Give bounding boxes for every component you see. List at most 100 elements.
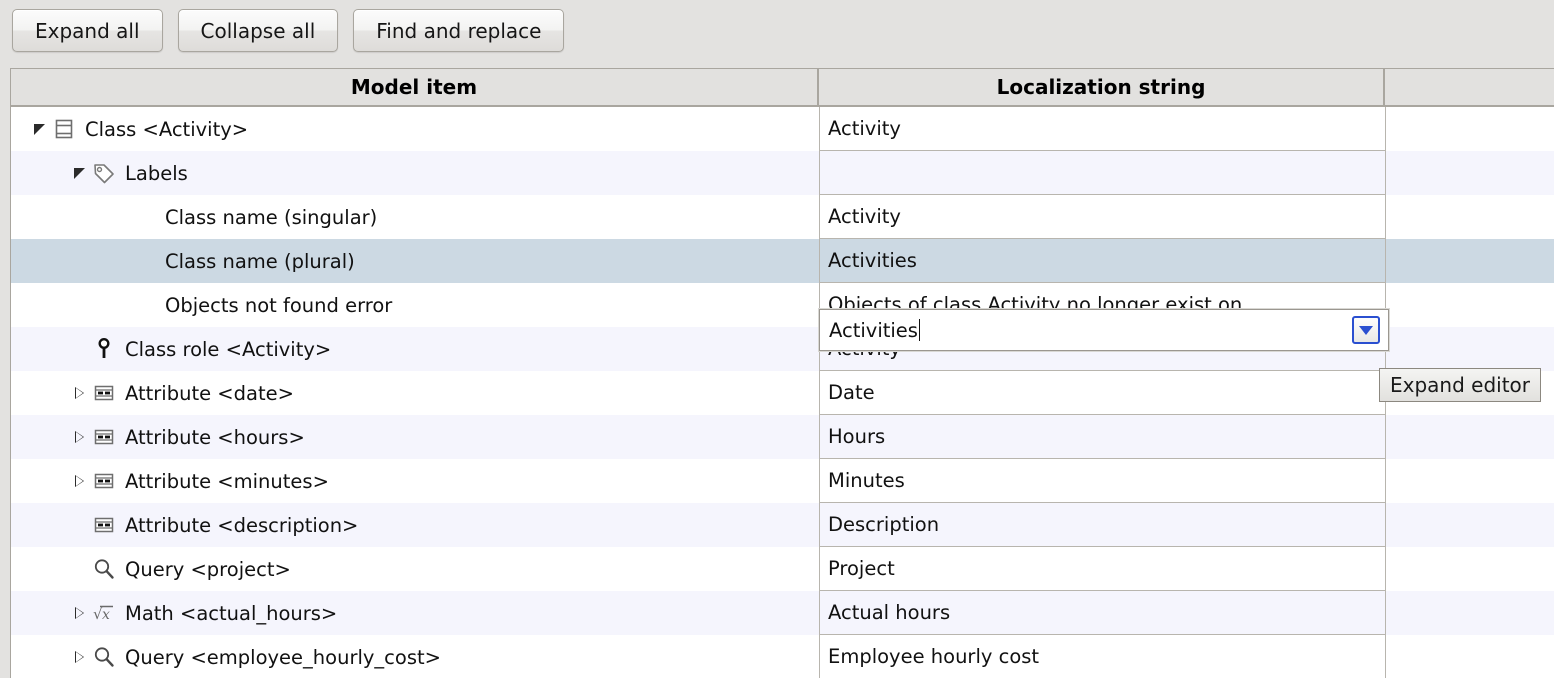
column-header-model-item[interactable]: Model item [11, 69, 819, 105]
cell-model-item[interactable]: Attribute <hours> [11, 415, 819, 459]
localization-string-editor[interactable]: Activities [819, 309, 1389, 351]
expand-triangle-icon[interactable] [69, 415, 89, 459]
cell-model-item[interactable]: Labels [11, 151, 819, 195]
cell-extra[interactable] [1385, 415, 1554, 459]
cell-localization-string[interactable]: Employee hourly cost [819, 635, 1385, 678]
expand-triangle-icon[interactable] [69, 591, 89, 635]
class-role-icon [89, 334, 119, 364]
editor-value: Activities [829, 318, 918, 342]
twisty-placeholder [109, 283, 129, 327]
expand-triangle-icon[interactable] [69, 635, 89, 678]
table-row[interactable]: Attribute <description> Description [11, 503, 1554, 547]
localization-string-value: Date [828, 381, 875, 404]
cell-localization-string[interactable]: Activities [819, 239, 1385, 283]
indent-spacer [15, 371, 69, 415]
cell-extra[interactable] [1385, 151, 1554, 195]
expand-all-button[interactable]: Expand all [12, 9, 163, 52]
toolbar: Expand all Collapse all Find and replace [0, 0, 1554, 61]
indent-spacer [15, 635, 69, 678]
model-item-label: Attribute <hours> [125, 425, 305, 449]
table-row[interactable]: Attribute <hours> Hours [11, 415, 1554, 459]
collapse-triangle-icon[interactable] [29, 107, 49, 151]
cell-model-item[interactable]: Query <project> [11, 547, 819, 591]
localization-string-value: Project [828, 557, 895, 580]
cell-model-item[interactable]: Class role <Activity> [11, 327, 819, 371]
twisty-placeholder [69, 503, 89, 547]
cell-localization-string[interactable]: Hours [819, 415, 1385, 459]
localization-string-value: Activities [828, 249, 917, 272]
text-caret [918, 318, 920, 341]
tooltip-label: Expand editor [1390, 373, 1531, 397]
table-header-row: Model item Localization string [11, 69, 1554, 107]
cell-model-item[interactable]: √ x Math <actual_hours> [11, 591, 819, 635]
cell-localization-string[interactable]: Activity [819, 107, 1385, 151]
cell-extra[interactable] [1385, 635, 1554, 678]
query-icon [89, 642, 119, 672]
cell-extra[interactable] [1385, 283, 1554, 327]
indent-spacer [15, 547, 69, 591]
table-row[interactable]: Attribute <date> Date [11, 371, 1554, 415]
cell-model-item[interactable]: Attribute <description> [11, 503, 819, 547]
cell-localization-string[interactable]: Description [819, 503, 1385, 547]
indent-spacer [15, 107, 29, 151]
cell-localization-string[interactable]: Date [819, 371, 1385, 415]
cell-localization-string[interactable] [819, 151, 1385, 195]
twisty-placeholder [109, 195, 129, 239]
cell-model-item[interactable]: Objects not found error [11, 283, 819, 327]
model-item-label: Attribute <description> [125, 513, 359, 537]
table-row[interactable]: Query <employee_hourly_cost> Employee hou… [11, 635, 1554, 678]
cell-extra[interactable] [1385, 459, 1554, 503]
collapse-triangle-icon[interactable] [69, 151, 89, 195]
expand-triangle-icon[interactable] [69, 459, 89, 503]
model-item-label: Labels [125, 161, 188, 185]
expand-triangle-icon[interactable] [69, 371, 89, 415]
table-body: Class <Activity> Activity Labels Class name… [11, 107, 1554, 678]
cell-model-item[interactable]: Class <Activity> [11, 107, 819, 151]
column-header-localization-string[interactable]: Localization string [819, 69, 1385, 105]
table-row[interactable]: Class name (plural) Activities [11, 239, 1554, 283]
localization-string-value: Hours [828, 425, 886, 448]
triangle-right-icon [74, 475, 84, 487]
cell-extra[interactable] [1385, 195, 1554, 239]
expand-editor-button[interactable] [1352, 316, 1380, 344]
cell-extra[interactable] [1385, 327, 1554, 371]
triangle-right-icon [74, 607, 84, 619]
localization-string-value: Activity [828, 205, 901, 228]
table-row[interactable]: Labels [11, 151, 1554, 195]
cell-localization-string[interactable]: Project [819, 547, 1385, 591]
triangle-right-icon [74, 387, 84, 399]
model-item-label: Class <Activity> [85, 117, 249, 141]
attribute-icon [89, 466, 119, 496]
cell-model-item[interactable]: Attribute <date> [11, 371, 819, 415]
table-row[interactable]: Attribute <minutes> Minutes [11, 459, 1554, 503]
cell-localization-string[interactable]: Actual hours [819, 591, 1385, 635]
find-and-replace-button[interactable]: Find and replace [353, 9, 565, 52]
attribute-icon [89, 378, 119, 408]
cell-extra[interactable] [1385, 591, 1554, 635]
cell-localization-string[interactable]: Minutes [819, 459, 1385, 503]
editor-text-input[interactable]: Activities [820, 318, 1352, 342]
cell-extra[interactable] [1385, 239, 1554, 283]
indent-spacer [15, 327, 69, 371]
table-row[interactable]: Class name (singular) Activity [11, 195, 1554, 239]
cell-extra[interactable] [1385, 503, 1554, 547]
triangle-down-icon [33, 123, 45, 135]
cell-model-item[interactable]: Query <employee_hourly_cost> [11, 635, 819, 678]
cell-model-item[interactable]: Attribute <minutes> [11, 459, 819, 503]
tooltip-expand-editor: Expand editor [1379, 368, 1542, 402]
cell-model-item[interactable]: Class name (plural) [11, 239, 819, 283]
cell-model-item[interactable]: Class name (singular) [11, 195, 819, 239]
localization-string-value: Activity [828, 117, 901, 140]
indent-spacer [15, 503, 69, 547]
cell-localization-string[interactable]: Activity [819, 195, 1385, 239]
cell-extra[interactable] [1385, 107, 1554, 151]
collapse-all-button[interactable]: Collapse all [177, 9, 339, 52]
cell-extra[interactable] [1385, 547, 1554, 591]
tag-icon [89, 158, 119, 188]
table-row[interactable]: Query <project> Project [11, 547, 1554, 591]
table-row[interactable]: Class <Activity> Activity [11, 107, 1554, 151]
twisty-placeholder [109, 239, 129, 283]
column-header-extra[interactable] [1385, 69, 1554, 105]
attribute-icon [89, 510, 119, 540]
table-row[interactable]: √ x Math <actual_hours> Actual hours [11, 591, 1554, 635]
